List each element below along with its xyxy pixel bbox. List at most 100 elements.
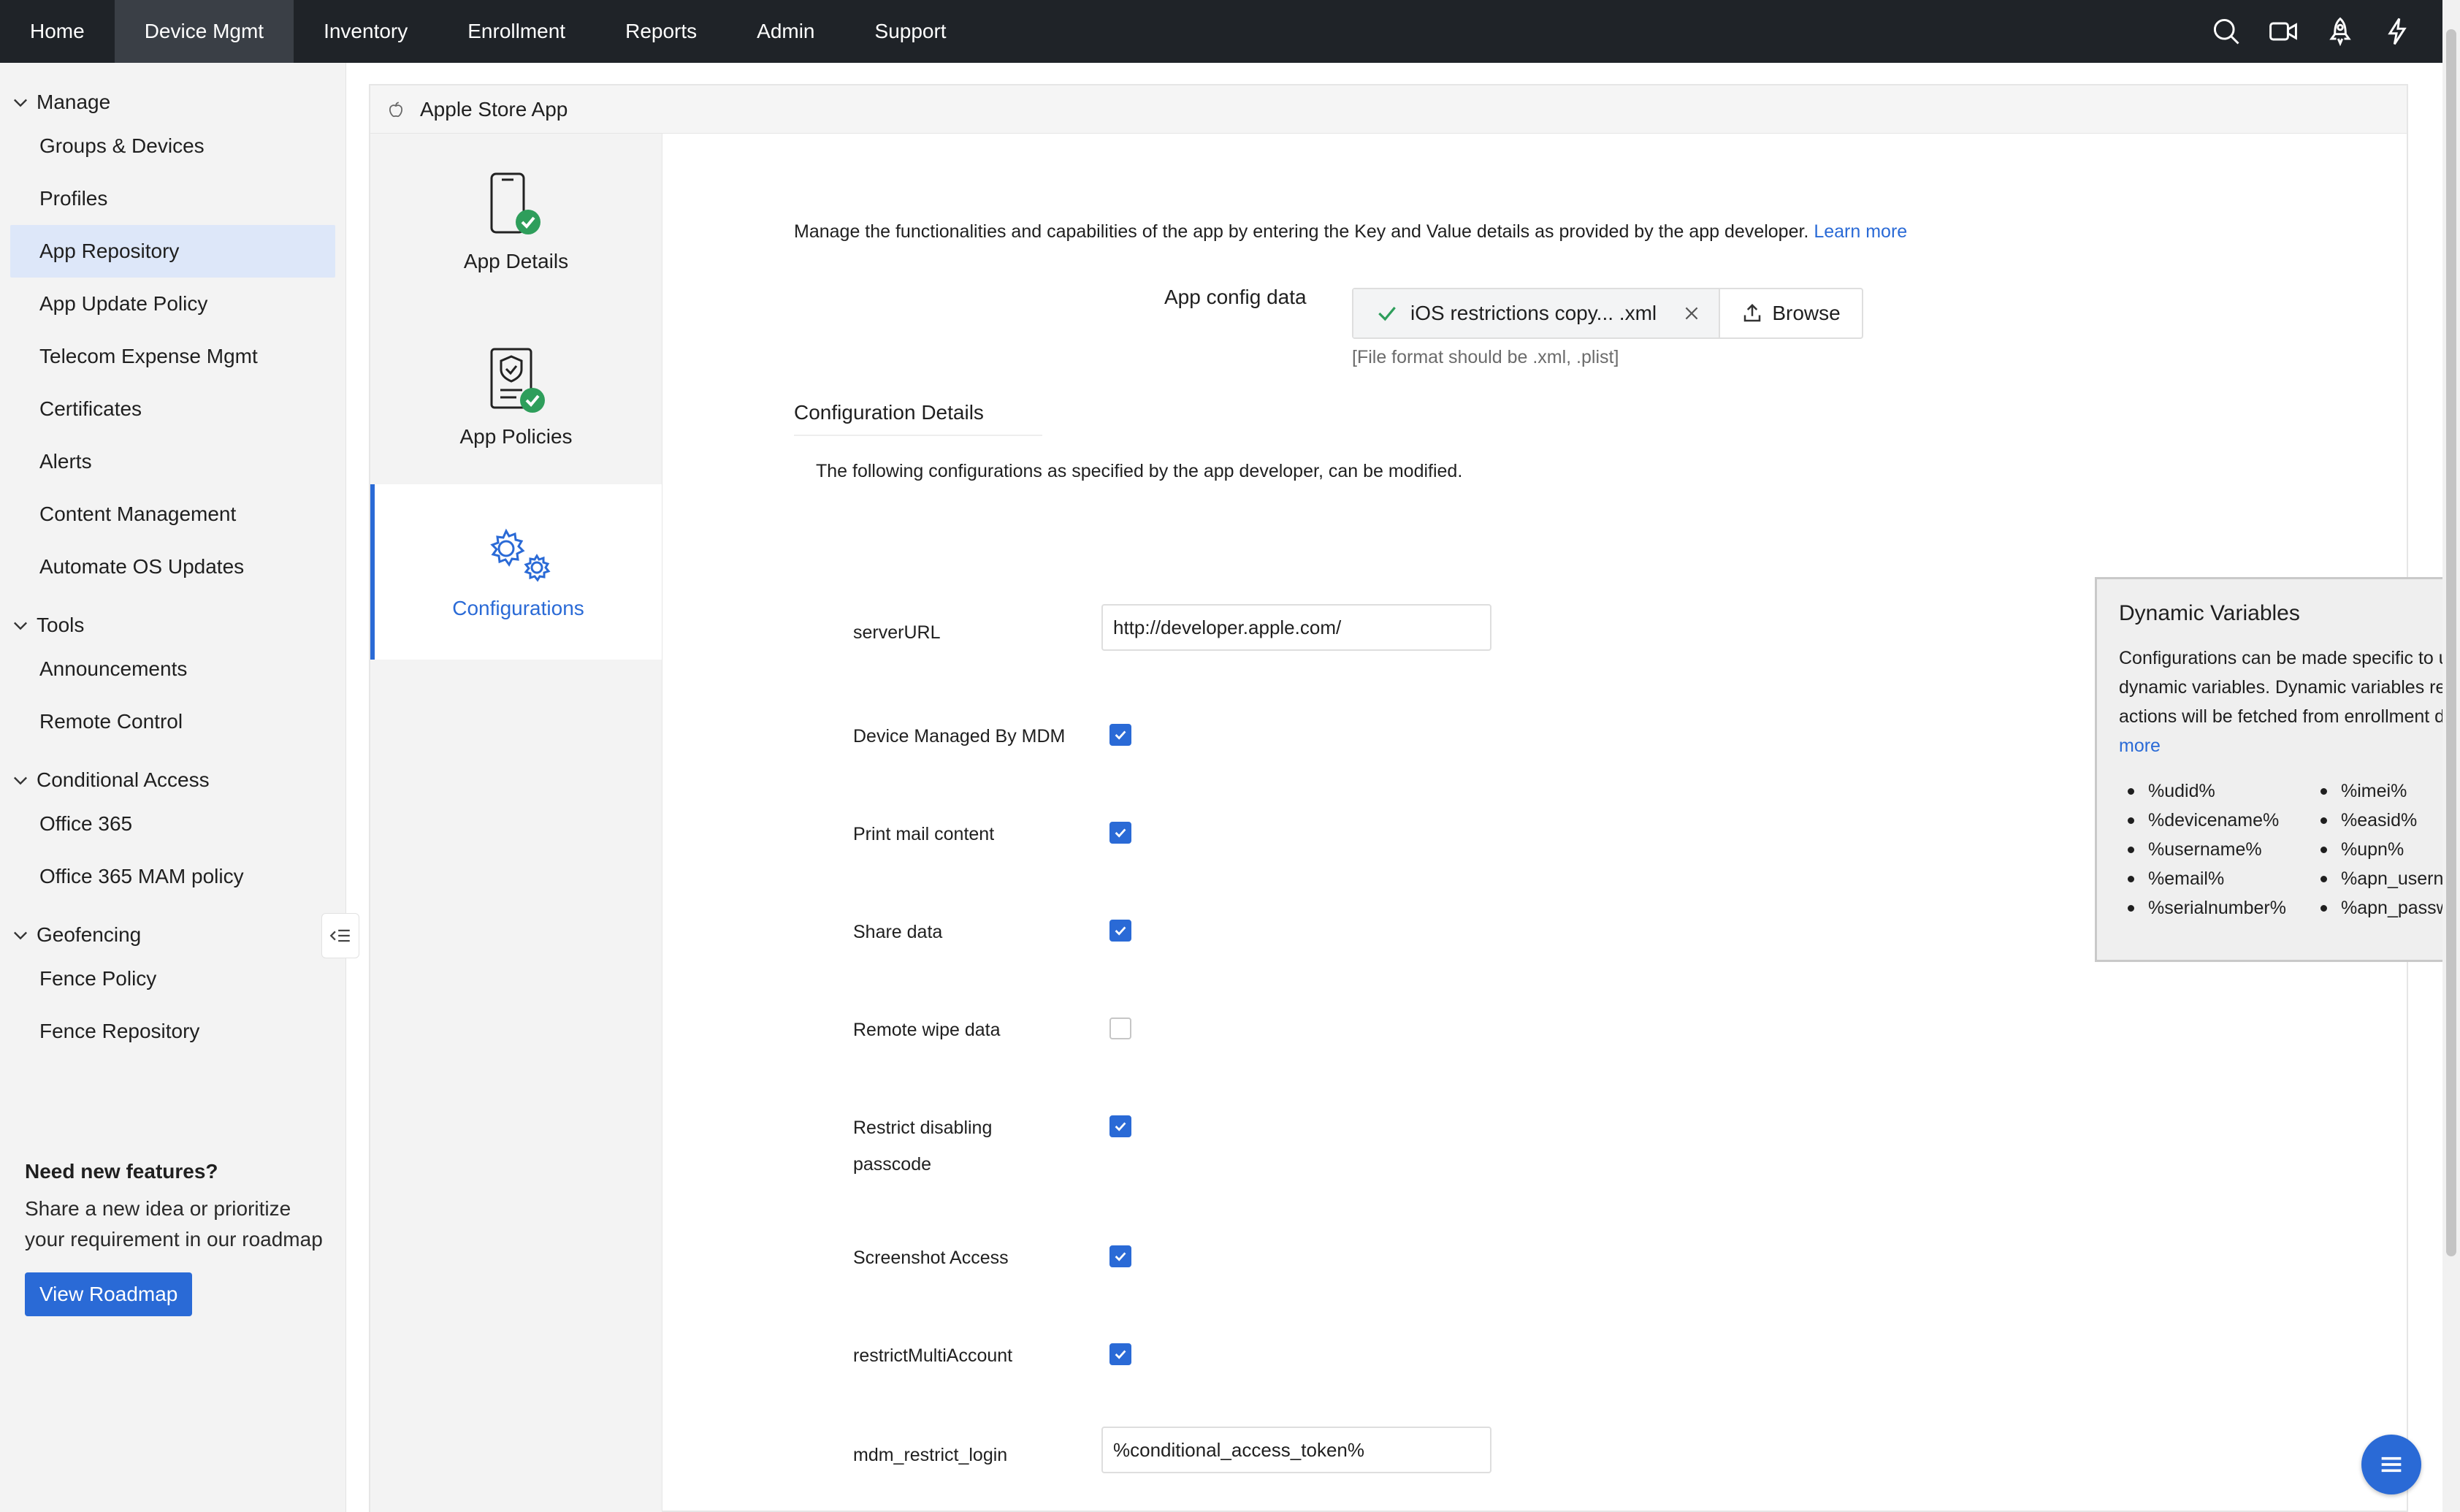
dynamic-variable-item: %devicename% — [2119, 806, 2312, 835]
sidebar-section-geofencing[interactable]: Geofencing — [0, 917, 345, 952]
gears-icon — [489, 528, 551, 582]
mdm-restrict-login-input[interactable] — [1101, 1427, 1491, 1473]
view-roadmap-button[interactable]: View Roadmap — [25, 1272, 193, 1316]
sidebar-section-conditional-access[interactable]: Conditional Access — [0, 763, 345, 798]
nav-tab-support[interactable]: Support — [845, 0, 977, 63]
sidebar-item-automate-os-updates[interactable]: Automate OS Updates — [10, 541, 335, 593]
chevron-down-icon — [14, 931, 27, 940]
sidebar-item-fence-policy[interactable]: Fence Policy — [10, 952, 335, 1005]
checkmark-icon — [1115, 926, 1126, 936]
step-label: App Details — [463, 250, 569, 272]
config-key-label: mdm_restrict_login — [853, 1445, 1008, 1465]
sidebar-item-alerts[interactable]: Alerts — [10, 435, 335, 488]
remove-file-icon[interactable] — [1682, 304, 1701, 323]
serverurl-input[interactable] — [1101, 604, 1491, 651]
learn-more-link[interactable]: Learn more — [1814, 221, 1907, 242]
nav-tab-reports[interactable]: Reports — [595, 0, 727, 63]
nav-tab-admin[interactable]: Admin — [727, 0, 844, 63]
roadmap-promo: Need new features? Share a new idea or p… — [25, 1160, 332, 1316]
quick-menu-button[interactable] — [2361, 1435, 2421, 1494]
sidebar-item-fence-repository[interactable]: Fence Repository — [10, 1005, 335, 1058]
app-panel: Apple Store App App Details App Policies… — [369, 84, 2442, 1512]
config-key-label: Remote wipe data — [853, 1020, 1001, 1040]
file-upload-field: iOS restrictions copy... .xml Browse — [1352, 288, 1863, 339]
device-managed-by-mdm-checkbox[interactable] — [1109, 724, 1131, 746]
sidebar-section-tools[interactable]: Tools — [0, 608, 345, 643]
step-app-policies[interactable]: App Policies — [370, 309, 662, 484]
config-key-label: Print mail content — [853, 824, 995, 844]
panel-title: Apple Store App — [420, 97, 568, 121]
sidebar-section-manage[interactable]: Manage — [0, 85, 345, 120]
sidebar-item-office-365[interactable]: Office 365 — [10, 798, 335, 850]
nav-tab-inventory[interactable]: Inventory — [294, 0, 438, 63]
nav-tab-enrollment[interactable]: Enrollment — [438, 0, 595, 63]
configuration-content: Manage the functionalities and capabilit… — [662, 134, 2442, 1512]
sidebar-section-title: Conditional Access — [37, 768, 210, 791]
video-icon[interactable] — [2267, 15, 2299, 47]
page-scrollbar[interactable] — [2442, 0, 2460, 1512]
panel-header: Apple Store App — [370, 85, 2407, 134]
restrict-multi-account-checkbox[interactable] — [1109, 1343, 1131, 1365]
sidebar-item-app-update-policy[interactable]: App Update Policy — [10, 278, 335, 330]
chevron-down-icon — [14, 99, 27, 107]
dynamic-variable-item: %apn_password% — [2312, 893, 2442, 923]
dynamic-variable-item: %apn_username% — [2312, 864, 2442, 893]
dynamic-variables-column-2: %imei% %easid% %upn% %apn_username% %apn… — [2312, 776, 2442, 923]
restrict-disabling-passcode-checkbox[interactable] — [1109, 1115, 1131, 1137]
collapse-menu-icon — [329, 929, 350, 942]
dynamic-variables-text: Configurations can be made specific to u… — [2119, 648, 2442, 727]
checkmark-icon — [1115, 1350, 1126, 1359]
config-key-label: Screenshot Access — [853, 1248, 1009, 1268]
sidebar-item-remote-control[interactable]: Remote Control — [10, 695, 335, 748]
top-navigation: Home Device Mgmt Inventory Enrollment Re… — [0, 0, 2442, 63]
upload-icon — [1744, 303, 1761, 322]
sidebar-section-title: Tools — [37, 614, 85, 636]
menu-icon — [2381, 1456, 2402, 1473]
promo-text: Share a new idea or prioritize your requ… — [25, 1197, 323, 1251]
nav-tab-device-mgmt[interactable]: Device Mgmt — [114, 0, 294, 63]
sidebar-item-office-365-mam-policy[interactable]: Office 365 MAM policy — [10, 850, 335, 903]
search-icon[interactable] — [2210, 15, 2242, 47]
share-data-checkbox[interactable] — [1109, 920, 1131, 942]
wizard-steps: App Details App Policies Configurations — [370, 134, 662, 1512]
print-mail-content-checkbox[interactable] — [1109, 822, 1131, 844]
sidebar-item-app-repository[interactable]: App Repository — [10, 225, 335, 278]
config-intro-text: Manage the functionalities and capabilit… — [794, 221, 1809, 242]
rocket-icon[interactable] — [2324, 15, 2356, 47]
screenshot-access-checkbox[interactable] — [1109, 1245, 1131, 1267]
browse-button[interactable]: Browse — [1720, 289, 1862, 337]
sidebar-section-title: Geofencing — [37, 923, 142, 946]
browse-label: Browse — [1772, 302, 1841, 324]
sidebar-item-profiles[interactable]: Profiles — [10, 172, 335, 225]
policy-check-icon — [490, 348, 545, 413]
apple-icon — [389, 101, 402, 117]
sidebar-item-groups-devices[interactable]: Groups & Devices — [10, 120, 335, 172]
config-intro: Manage the functionalities and capabilit… — [794, 221, 1907, 243]
dynamic-variables-list: %udid% %devicename% %username% %email% %… — [2119, 776, 2442, 923]
dynamic-variable-item: %username% — [2119, 835, 2312, 864]
sidebar-item-certificates[interactable]: Certificates — [10, 383, 335, 435]
chevron-down-icon — [14, 622, 27, 630]
step-app-details[interactable]: App Details — [370, 134, 662, 309]
collapse-sidebar-button[interactable] — [321, 913, 359, 958]
dynamic-variable-item: %udid% — [2119, 776, 2312, 806]
dynamic-variable-item: %email% — [2119, 864, 2312, 893]
sidebar-item-telecom-expense-mgmt[interactable]: Telecom Expense Mgmt — [10, 330, 335, 383]
nav-tab-home[interactable]: Home — [0, 0, 115, 63]
promo-heading: Need new features? — [25, 1160, 218, 1183]
config-key-label: serverURL — [853, 622, 941, 643]
sidebar-item-announcements[interactable]: Announcements — [10, 643, 335, 695]
lightning-icon[interactable] — [2381, 15, 2413, 47]
step-label: Configurations — [452, 597, 584, 619]
dynamic-variables-column-1: %udid% %devicename% %username% %email% %… — [2119, 776, 2312, 923]
scrollbar-thumb[interactable] — [2446, 29, 2456, 1256]
checkmark-icon — [1115, 1122, 1126, 1131]
checkmark-icon — [1115, 730, 1126, 740]
config-key-label: Restrict disabling passcode — [853, 1118, 993, 1175]
remote-wipe-data-checkbox[interactable] — [1109, 1017, 1131, 1039]
step-configurations[interactable]: Configurations — [370, 484, 662, 660]
sidebar-item-content-management[interactable]: Content Management — [10, 488, 335, 541]
dynamic-variable-item: %serialnumber% — [2119, 893, 2312, 923]
app-config-label: App config data — [1164, 286, 1307, 308]
chevron-down-icon — [14, 776, 27, 785]
